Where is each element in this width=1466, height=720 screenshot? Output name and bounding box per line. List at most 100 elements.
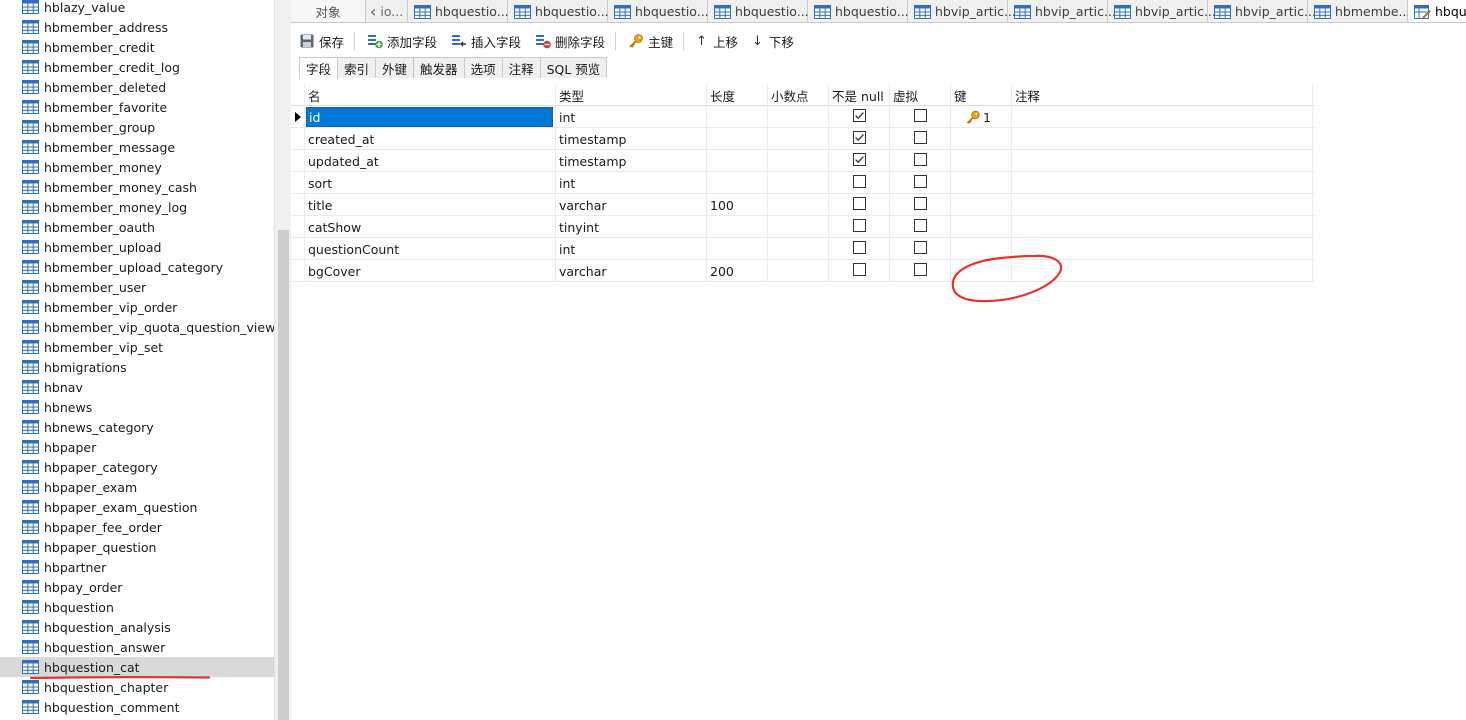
sidebar-item-table[interactable]: hbmigrations bbox=[0, 357, 274, 377]
field-decimals-cell[interactable] bbox=[768, 106, 829, 128]
tab-table[interactable]: hbquestio... bbox=[508, 0, 609, 22]
table-row[interactable]: bgCover varchar 200 bbox=[291, 260, 1315, 282]
tab-table[interactable]: hbquestio... bbox=[808, 0, 909, 22]
field-comment-cell[interactable] bbox=[1012, 150, 1313, 172]
primary-key-button[interactable]: 主键 bbox=[620, 29, 679, 53]
tab-table[interactable]: hbquestio... bbox=[708, 0, 809, 22]
sidebar-item-table[interactable]: hbquestion_answer bbox=[0, 637, 274, 657]
field-comment-cell[interactable] bbox=[1012, 238, 1313, 260]
subtab-0[interactable]: 字段 bbox=[299, 57, 339, 79]
field-name-cell[interactable]: updated_at bbox=[305, 150, 556, 172]
sidebar-item-table[interactable]: hbmember_money bbox=[0, 157, 274, 177]
sidebar-item-table[interactable]: hbquestion_cat bbox=[0, 657, 274, 677]
key-cell[interactable] bbox=[951, 238, 1012, 260]
sidebar-item-table[interactable]: hbpaper_exam_question bbox=[0, 497, 274, 517]
sidebar-item-table[interactable]: hbpaper_fee_order bbox=[0, 517, 274, 537]
table-row[interactable]: title varchar 100 bbox=[291, 194, 1315, 216]
sidebar-item-table[interactable]: hbmember_group bbox=[0, 117, 274, 137]
table-row[interactable]: id int 1 bbox=[291, 106, 1315, 128]
field-length-cell[interactable] bbox=[707, 128, 768, 150]
add-field-button[interactable]: 添加字段 bbox=[359, 29, 443, 53]
field-length-cell[interactable] bbox=[707, 106, 768, 128]
insert-field-button[interactable]: 插入字段 bbox=[443, 29, 527, 53]
field-length-cell[interactable]: 100 bbox=[707, 194, 768, 216]
field-comment-cell[interactable] bbox=[1012, 194, 1313, 216]
header-length[interactable]: 长度 bbox=[707, 84, 768, 106]
header-type[interactable]: 类型 bbox=[556, 84, 707, 106]
sidebar-item-table[interactable]: hbmember_user bbox=[0, 277, 274, 297]
tab-table[interactable]: hbvip_artic... bbox=[908, 0, 1016, 22]
scrollbar-thumb[interactable] bbox=[278, 230, 289, 720]
field-name-cell[interactable]: title bbox=[305, 194, 556, 216]
sidebar-item-table[interactable]: hblazy_value bbox=[0, 0, 274, 17]
field-decimals-cell[interactable] bbox=[768, 194, 829, 216]
virtual-checkbox[interactable] bbox=[913, 131, 927, 147]
field-length-cell[interactable] bbox=[707, 172, 768, 194]
field-decimals-cell[interactable] bbox=[768, 216, 829, 238]
field-comment-cell[interactable] bbox=[1012, 216, 1313, 238]
field-decimals-cell[interactable] bbox=[768, 260, 829, 282]
field-length-cell[interactable] bbox=[707, 216, 768, 238]
key-cell[interactable] bbox=[951, 216, 1012, 238]
field-type-cell[interactable]: int bbox=[556, 172, 707, 194]
subtab-3[interactable]: 触发器 bbox=[413, 57, 465, 78]
field-type-cell[interactable]: varchar bbox=[556, 260, 707, 282]
field-comment-cell[interactable] bbox=[1012, 106, 1313, 128]
field-decimals-cell[interactable] bbox=[768, 150, 829, 172]
not-null-checkbox-checked[interactable] bbox=[852, 109, 866, 125]
not-null-checkbox[interactable] bbox=[852, 197, 866, 213]
tab-table[interactable]: hbquestio... bbox=[408, 0, 509, 22]
table-row[interactable]: catShow tinyint bbox=[291, 216, 1315, 238]
virtual-checkbox[interactable] bbox=[913, 153, 927, 169]
subtab-2[interactable]: 外键 bbox=[375, 57, 415, 78]
field-type-cell[interactable]: timestamp bbox=[556, 128, 707, 150]
key-cell[interactable] bbox=[951, 150, 1012, 172]
virtual-checkbox[interactable] bbox=[913, 197, 927, 213]
sidebar-item-table[interactable]: hbpaper_exam bbox=[0, 477, 274, 497]
sidebar-item-table[interactable]: hbpay_order bbox=[0, 577, 274, 597]
key-cell[interactable] bbox=[951, 260, 1012, 282]
sidebar-item-table[interactable]: hbmember_oauth bbox=[0, 217, 274, 237]
sidebar-item-table[interactable]: hbmember_deleted bbox=[0, 77, 274, 97]
field-length-cell[interactable]: 200 bbox=[707, 260, 768, 282]
sidebar-item-table[interactable]: hbmember_money_log bbox=[0, 197, 274, 217]
field-name-cell[interactable]: sort bbox=[305, 172, 556, 194]
field-comment-cell[interactable] bbox=[1012, 260, 1313, 282]
key-cell[interactable]: 1 bbox=[951, 106, 1012, 128]
field-length-cell[interactable] bbox=[707, 150, 768, 172]
sidebar-item-table[interactable]: hbpaper bbox=[0, 437, 274, 457]
tab-active-table[interactable]: hbqu bbox=[1408, 0, 1466, 22]
tab-table[interactable]: ‹ io... bbox=[366, 0, 408, 22]
field-comment-cell[interactable] bbox=[1012, 128, 1313, 150]
fields-grid[interactable]: 名 类型 长度 小数点 不是 null 虚拟 键 注释 id int 1 create… bbox=[291, 84, 1315, 282]
virtual-checkbox[interactable] bbox=[913, 109, 927, 125]
virtual-checkbox[interactable] bbox=[913, 219, 927, 235]
table-row[interactable]: created_at timestamp bbox=[291, 128, 1315, 150]
header-comment[interactable]: 注释 bbox=[1012, 84, 1313, 106]
save-button[interactable]: 保存 bbox=[291, 29, 350, 53]
field-decimals-cell[interactable] bbox=[768, 238, 829, 260]
header-decimals[interactable]: 小数点 bbox=[768, 84, 829, 106]
sidebar-item-table[interactable]: hbquestion_chapter bbox=[0, 677, 274, 697]
field-decimals-cell[interactable] bbox=[768, 128, 829, 150]
field-name-cell[interactable]: created_at bbox=[305, 128, 556, 150]
sidebar-item-table[interactable]: hbmember_vip_order bbox=[0, 297, 274, 317]
key-cell[interactable] bbox=[951, 172, 1012, 194]
move-down-button[interactable]: ↓ 下移 bbox=[744, 29, 800, 53]
sidebar-item-table[interactable]: hbpaper_category bbox=[0, 457, 274, 477]
tab-table[interactable]: hbvip_artic... bbox=[1208, 0, 1316, 22]
field-type-cell[interactable]: int bbox=[556, 106, 707, 128]
sidebar-item-table[interactable]: hbmember_vip_quota_question_view bbox=[0, 317, 274, 337]
not-null-checkbox[interactable] bbox=[852, 263, 866, 279]
field-type-cell[interactable]: timestamp bbox=[556, 150, 707, 172]
not-null-checkbox[interactable] bbox=[852, 241, 866, 257]
subtab-4[interactable]: 选项 bbox=[463, 57, 503, 78]
sidebar-item-table[interactable]: hbmember_upload_category bbox=[0, 257, 274, 277]
sidebar-item-table[interactable]: hbmember_credit bbox=[0, 37, 274, 57]
sidebar-item-table[interactable]: hbnav bbox=[0, 377, 274, 397]
field-type-cell[interactable]: int bbox=[556, 238, 707, 260]
sidebar-item-table[interactable]: hbnews_category bbox=[0, 417, 274, 437]
field-name-cell[interactable]: id bbox=[305, 106, 556, 128]
virtual-checkbox[interactable] bbox=[913, 263, 927, 279]
header-key[interactable]: 键 bbox=[951, 84, 1012, 106]
